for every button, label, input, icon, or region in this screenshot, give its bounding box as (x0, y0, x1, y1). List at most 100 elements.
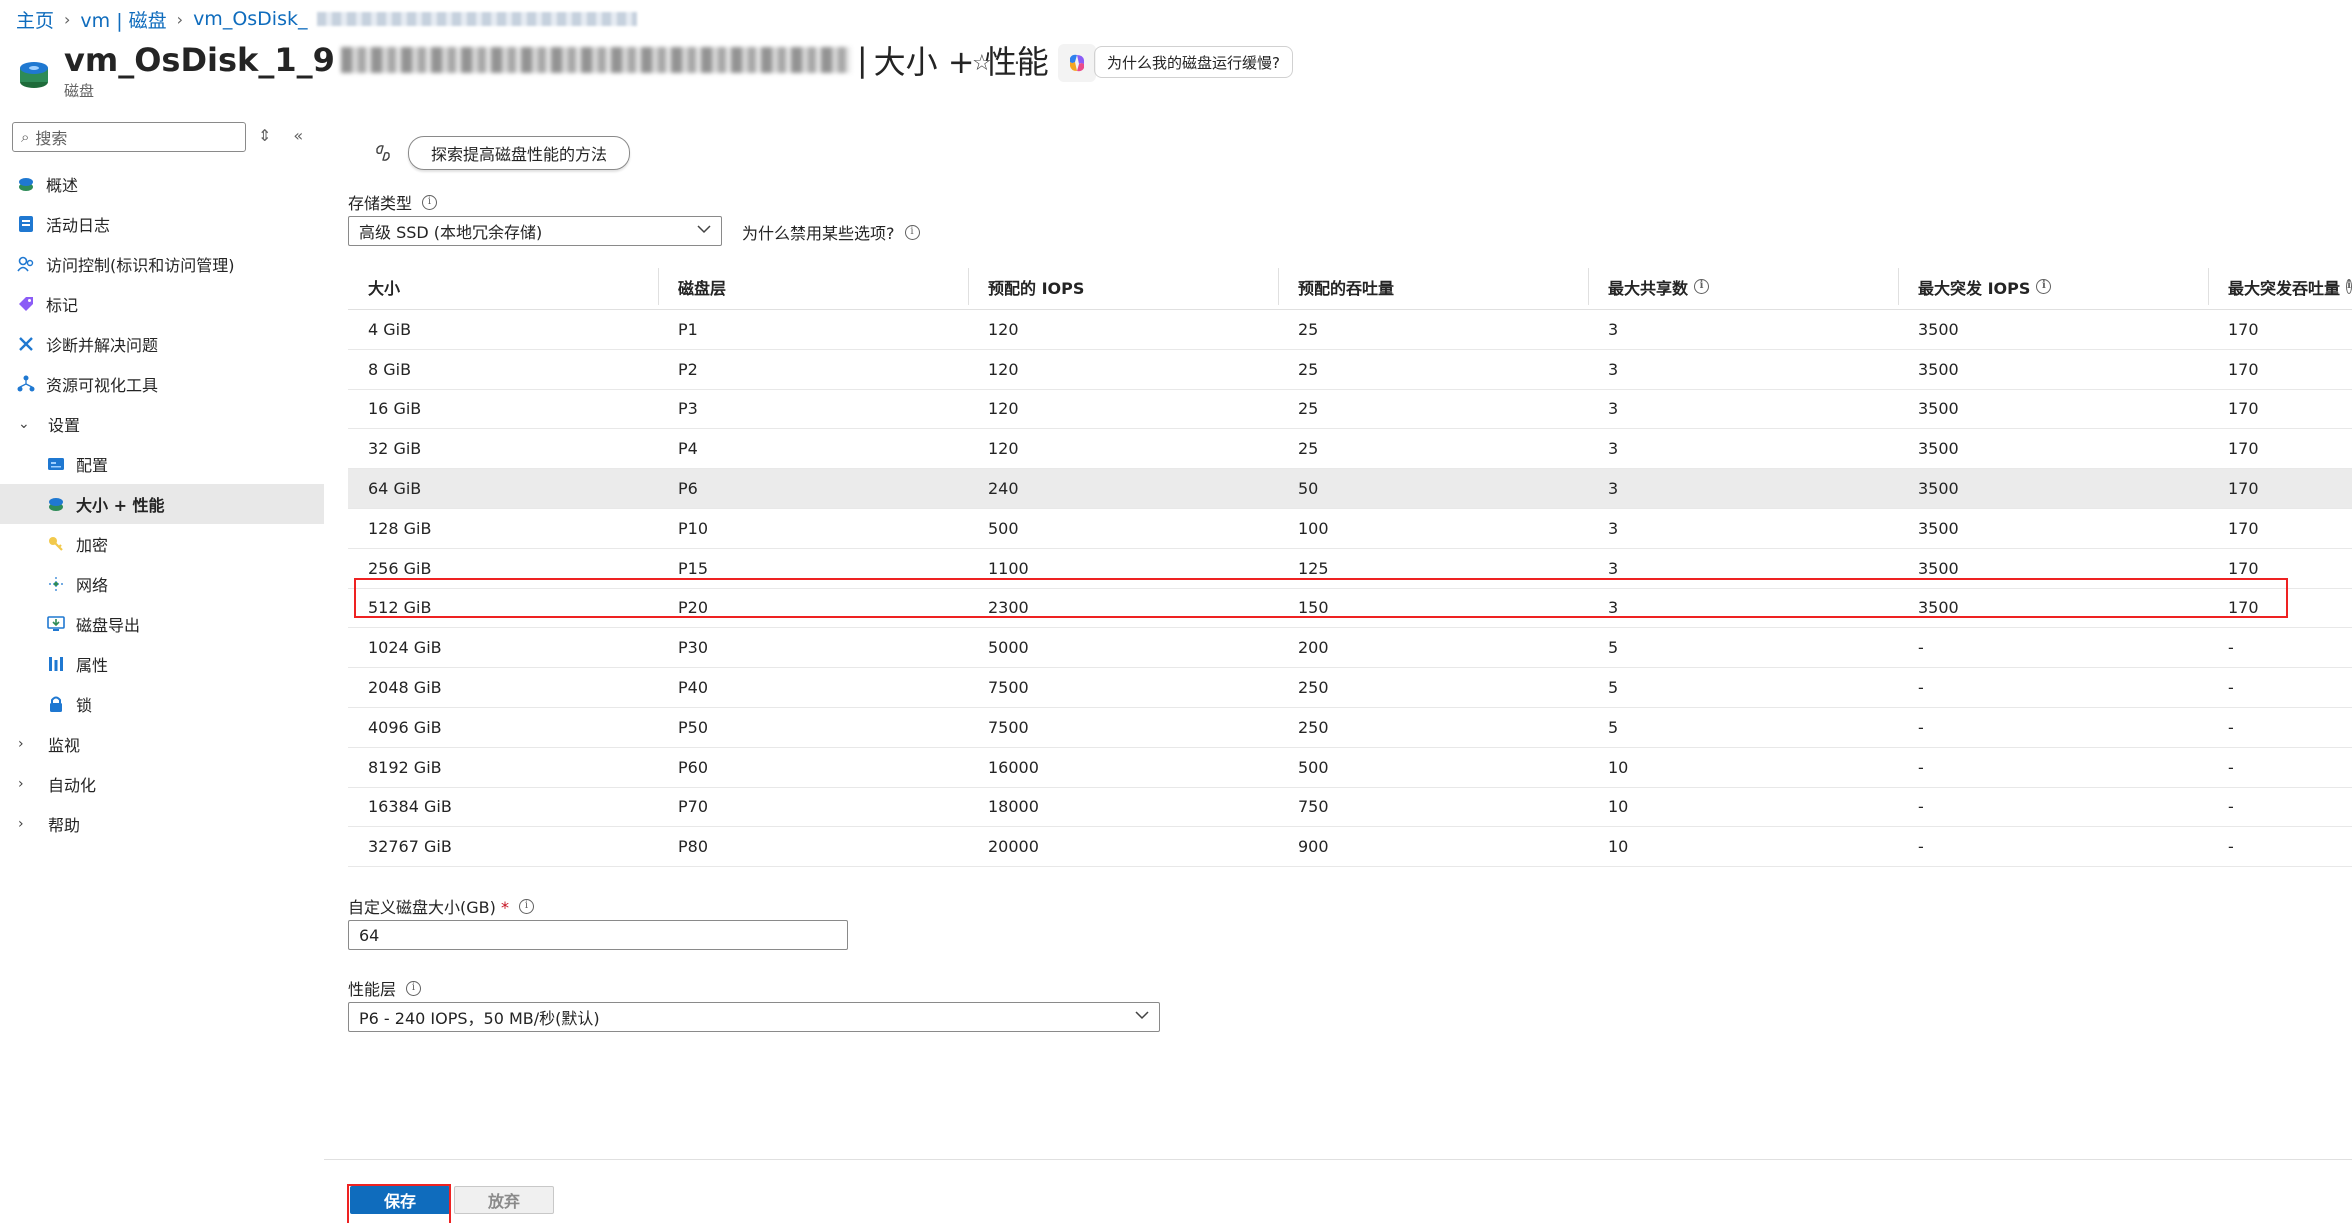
favorite-star-icon[interactable]: ☆ (972, 51, 992, 76)
table-row[interactable]: 32767 GiB P80 20000 900 10 - - (348, 827, 2352, 868)
sidebar-item-label: 属性 (76, 656, 109, 675)
table-cell: 3500 (1918, 479, 1959, 499)
disk-icon (20, 62, 48, 88)
sidebar-item-properties[interactable]: 属性 (0, 644, 324, 684)
table-row[interactable]: 16384 GiB P70 18000 750 10 - - (348, 788, 2352, 828)
column-header-label: 预配的吞吐量 (1298, 278, 1395, 298)
column-header[interactable]: 预配的 IOPS (968, 264, 1278, 309)
column-header[interactable]: 最大共享数 i (1588, 264, 1898, 309)
table-row[interactable]: 64 GiB P6 240 50 3 3500 170 (348, 469, 2352, 509)
save-button[interactable]: 保存 (350, 1186, 450, 1214)
breadcrumb-vm-disks[interactable]: vm | 磁盘 (80, 6, 166, 33)
info-icon[interactable]: i (2346, 279, 2352, 294)
sort-icon[interactable]: ⇕ (258, 126, 271, 145)
sidebar-group-monitoring[interactable]: › 监视 (0, 724, 324, 764)
search-placeholder: 搜索 (35, 129, 68, 148)
table-cell: - (2228, 678, 2234, 698)
sidebar-item-networking[interactable]: 网络 (0, 564, 324, 604)
breadcrumb-disk[interactable]: vm_OsDisk_ (193, 8, 307, 30)
table-cell: 16000 (988, 757, 1039, 777)
table-row[interactable]: 32 GiB P4 120 25 3 3500 170 (348, 429, 2352, 470)
column-header[interactable]: 预配的吞吐量 (1278, 264, 1588, 309)
table-cell: 16384 GiB (368, 797, 452, 817)
wrench-icon (16, 334, 36, 354)
sidebar-item-overview[interactable]: 概述 (0, 164, 324, 204)
table-cell: 3500 (1918, 518, 1959, 538)
disk-size-table: 大小 磁盘层 预配的 IOPS 预配的吞吐量 最大共享数 i 最大突发 IOPS i… (348, 264, 2352, 868)
table-cell: 3500 (1918, 598, 1959, 618)
table-cell: P40 (678, 678, 709, 698)
sidebar-item-label: 加密 (76, 536, 109, 555)
table-row[interactable]: 2048 GiB P40 7500 250 5 - - (348, 668, 2352, 708)
perf-tier-select[interactable]: P6 - 240 IOPS，50 MB/秒(默认) (348, 1002, 1160, 1032)
table-row[interactable]: 512 GiB P20 2300 150 3 3500 170 (348, 589, 2352, 629)
custom-size-input[interactable]: 64 (348, 920, 848, 950)
sidebar-item-activity-log[interactable]: 活动日志 (0, 204, 324, 244)
sidebar-item-access-control[interactable]: 访问控制(标识和访问管理) (0, 244, 324, 284)
sidebar-item-label: 磁盘导出 (76, 616, 141, 635)
header-actions: ☆ ··· (972, 44, 1096, 82)
table-row[interactable]: 4 GiB P1 120 25 3 3500 170 (348, 310, 2352, 350)
chevron-right-icon: › (176, 9, 184, 29)
table-row[interactable]: 8 GiB P2 120 25 3 3500 170 (348, 350, 2352, 390)
column-header[interactable]: 最大突发 IOPS i (1898, 264, 2208, 309)
table-row[interactable]: 1024 GiB P30 5000 200 5 - - (348, 628, 2352, 669)
info-icon[interactable]: i (406, 980, 422, 996)
table-row[interactable]: 128 GiB P10 500 100 3 3500 170 (348, 509, 2352, 549)
sidebar-item-label: 大小 + 性能 (76, 496, 165, 515)
info-icon[interactable]: i (518, 898, 534, 914)
more-options-icon[interactable]: ··· (1014, 51, 1036, 75)
sidebar-item-tags[interactable]: 标记 (0, 284, 324, 324)
collapse-icon[interactable]: « (293, 126, 303, 145)
table-cell: 3 (1608, 518, 1619, 538)
sidebar-item-configuration[interactable]: 配置 (0, 444, 324, 484)
table-cell: 500 (1298, 757, 1329, 777)
search-input[interactable]: ⌕ 搜索 (12, 122, 246, 152)
sidebar-item-size-performance[interactable]: 大小 + 性能 (0, 484, 324, 524)
explore-performance-button[interactable]: 探索提高磁盘性能的方法 (408, 136, 631, 170)
sidebar-item-label: 诊断并解决问题 (46, 336, 159, 355)
info-icon[interactable]: i (1694, 279, 1710, 294)
chevron-down-icon (697, 225, 711, 234)
column-header-label: 大小 (368, 278, 401, 298)
info-icon[interactable]: i (2036, 279, 2052, 294)
sidebar-group-settings[interactable]: ⌄ 设置 (0, 404, 324, 444)
table-body: 4 GiB P1 120 25 3 3500 170 8 GiB P2 120 25 3 3500 170… (348, 310, 2352, 868)
ask-why-slow-button[interactable]: 为什么我的磁盘运行缓慢? (1094, 46, 1293, 78)
column-header[interactable]: 磁盘层 (658, 264, 968, 309)
sidebar-item-locks[interactable]: 锁 (0, 684, 324, 724)
table-cell: 120 (988, 359, 1019, 379)
sidebar-item-disk-export[interactable]: 磁盘导出 (0, 604, 324, 644)
sidebar-item-encryption[interactable]: 加密 (0, 524, 324, 564)
chevron-down-icon: ⌄ (18, 416, 30, 432)
sidebar-item-diagnose[interactable]: 诊断并解决问题 (0, 324, 324, 364)
table-row[interactable]: 256 GiB P15 1100 125 3 3500 170 (348, 549, 2352, 589)
why-disabled-link[interactable]: 为什么禁用某些选项? (742, 220, 895, 244)
sidebar-group-automation[interactable]: › 自动化 (0, 764, 324, 804)
info-icon[interactable]: i (422, 194, 438, 210)
table-row[interactable]: 16 GiB P3 120 25 3 3500 170 (348, 390, 2352, 430)
copilot-button[interactable] (1057, 44, 1096, 82)
table-cell: 5 (1608, 717, 1619, 737)
breadcrumb-home[interactable]: 主页 (16, 6, 54, 33)
sidebar-item-label: 访问控制(标识和访问管理) (46, 256, 235, 275)
custom-size-label-row: 自定义磁盘大小(GB) * i (348, 894, 534, 918)
table-row[interactable]: 4096 GiB P50 7500 250 5 - - (348, 708, 2352, 748)
column-header[interactable]: 最大突发吞吐量 i (2208, 264, 2352, 309)
info-icon[interactable]: i (904, 224, 920, 240)
sidebar-group-label: 自动化 (48, 776, 97, 795)
sidebar-group-help[interactable]: › 帮助 (0, 804, 324, 844)
table-header: 大小 磁盘层 预配的 IOPS 预配的吞吐量 最大共享数 i 最大突发 IOPS i… (348, 264, 2352, 310)
table-cell: 170 (2228, 399, 2259, 419)
sidebar-item-resource-visualizer[interactable]: 资源可视化工具 (0, 364, 324, 404)
table-cell: 5 (1608, 678, 1619, 698)
table-cell: 200 (1298, 638, 1329, 658)
table-cell: 170 (2228, 439, 2259, 459)
table-cell: P15 (678, 558, 709, 578)
column-header[interactable]: 大小 (348, 264, 658, 309)
table-cell: 3 (1608, 479, 1619, 499)
table-cell: 2300 (988, 598, 1029, 618)
table-row[interactable]: 8192 GiB P60 16000 500 10 - - (348, 748, 2352, 788)
discard-button[interactable]: 放弃 (454, 1186, 554, 1214)
storage-type-select[interactable]: 高级 SSD (本地冗余存储) (348, 216, 722, 246)
